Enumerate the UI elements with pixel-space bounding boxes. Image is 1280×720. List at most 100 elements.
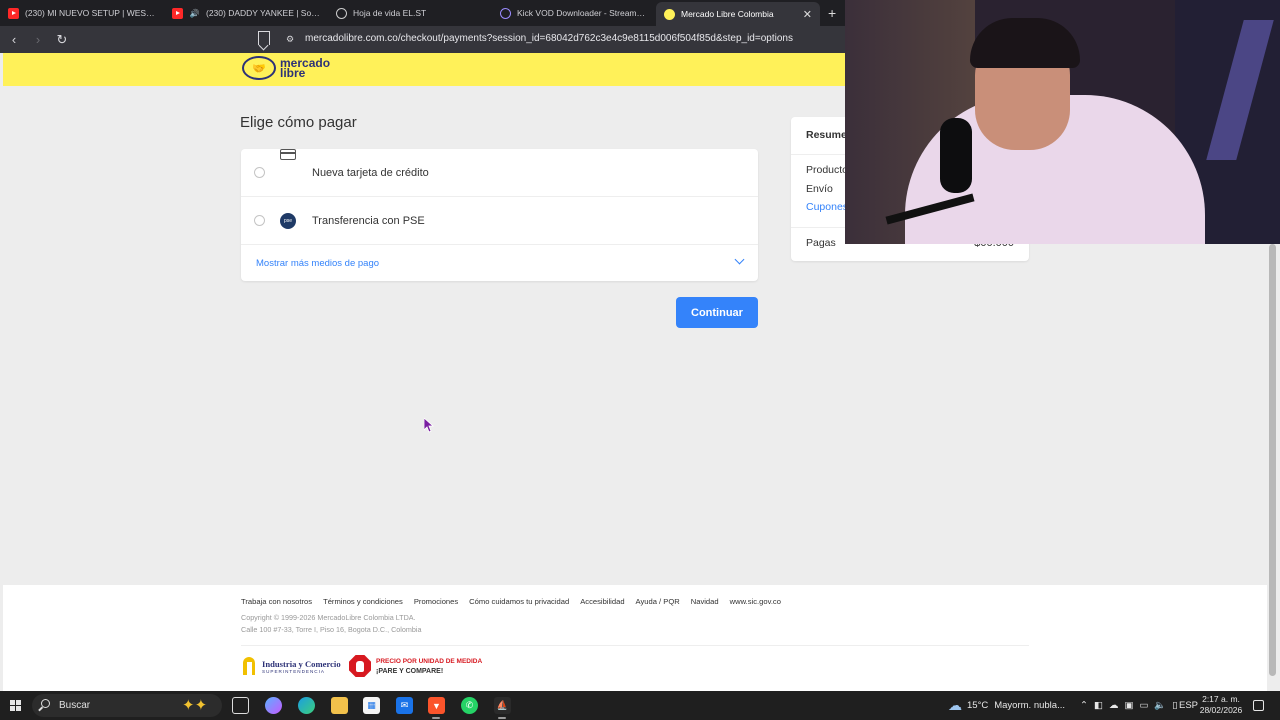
globe-icon [336,7,347,19]
task-view-icon[interactable] [232,697,249,714]
browser-tab[interactable]: (230) MI NUEVO SETUP | WESTCOL - [0,0,164,26]
webcam-person-hair [970,18,1080,68]
show-more-label: Mostrar más medios de pago [256,258,380,269]
cloud-icon: ☁ [948,697,962,713]
divider [241,645,1029,646]
summary-pay-label: Pagas [806,237,836,249]
browser-tab[interactable]: 🔊 (230) DADDY YANKEE | Somos de [164,0,328,26]
footer-link[interactable]: Cómo cuidamos tu privacidad [469,597,569,606]
footer-links: Trabaja con nosotros Términos y condicio… [241,597,781,606]
footer-link[interactable]: www.sic.gov.co [730,597,781,606]
tray-app-icon[interactable]: ▣ [1124,700,1133,711]
coupons-link[interactable]: Cupones [806,201,848,213]
brave-browser-icon[interactable]: ▼ [428,697,445,714]
tab-label: Hoja de vida EL.ST [353,8,427,18]
mercadolibre-icon [664,8,675,20]
url-field[interactable]: mercadolibre.com.co/checkout/payments?se… [305,33,793,44]
footer-link[interactable]: Navidad [691,597,719,606]
summary-row-shipping: Envío [806,183,833,195]
weather-temp: 15°C [967,700,989,711]
whatsapp-icon[interactable]: ✆ [461,697,478,714]
taskbar: Buscar ✦✦ ▦ ✉ ▼ ✆ ⛵ ☁ 15°C Mayorm. nubla… [0,691,1280,720]
payment-option-label: Nueva tarjeta de crédito [312,166,429,179]
payment-options-card: Nueva tarjeta de crédito pse Transferenc… [241,149,758,281]
sparkle-icon: ✦✦ [182,697,208,714]
payment-option-credit-card[interactable]: Nueva tarjeta de crédito [241,149,758,197]
sic-title: Industria y Comercio [262,658,341,669]
network-icon[interactable]: ▭ [1139,700,1148,711]
sic-badge[interactable]: Industria y Comercio SUPERINTENDENCIA [241,656,341,676]
continue-button[interactable]: Continuar [676,297,758,328]
footer-link[interactable]: Promociones [414,597,458,606]
weather-widget[interactable]: ☁ 15°C Mayorm. nubla... [948,691,1065,720]
tab-label: (230) DADDY YANKEE | Somos de [206,8,320,18]
kick-icon [500,7,511,19]
site-info-icon[interactable]: ⚙ [286,34,296,44]
reload-icon[interactable]: ↻ [52,30,72,50]
back-icon[interactable]: ‹ [4,30,24,50]
speaker-icon[interactable]: 🔊 [189,8,200,19]
tab-label: Kick VOD Downloader - Streams Cha [517,8,648,18]
copyright-text: Copyright © 1999-2026 MercadoLibre Colom… [241,613,416,622]
tray-app-icon[interactable]: ◧ [1094,700,1103,711]
active-app-indicator [498,717,506,719]
chevron-down-icon [734,254,745,265]
price-per-unit-badge[interactable]: PRECIO POR UNIDAD DE MEDIDA ¡PARE Y COMP… [349,655,482,677]
weather-text: Mayorm. nubla... [994,700,1065,711]
file-explorer-icon[interactable] [331,697,348,714]
webcam-overlay [845,0,1280,244]
bookmark-icon[interactable] [258,31,270,45]
payment-option-label: Transferencia con PSE [312,214,425,227]
credit-card-icon [280,149,296,160]
clock-date: 28/02/2026 [1199,705,1243,715]
browser-tab-active[interactable]: Mercado Libre Colombia ✕ [656,2,820,26]
store-icon[interactable]: ▦ [363,697,380,714]
site-header: 🤝 mercado libre [3,53,845,86]
search-label: Buscar [59,700,91,711]
payment-option-pse[interactable]: pse Transferencia con PSE [241,197,758,245]
footer-link[interactable]: Ayuda / PQR [636,597,680,606]
show-more-payment-methods[interactable]: Mostrar más medios de pago [241,246,758,281]
notification-icon[interactable] [1253,700,1264,711]
sic-logo-icon [241,656,258,676]
radio-button[interactable] [254,167,265,178]
clock[interactable]: 2:17 a. m. 28/02/2026 [1196,694,1246,716]
footer-link[interactable]: Accesibilidad [580,597,624,606]
summary-row-product: Producto [806,164,849,176]
radio-button[interactable] [254,215,265,226]
scrollbar-thumb[interactable] [1269,244,1276,676]
cursor-arrow-icon [424,418,434,433]
tab-label: Mercado Libre Colombia [681,9,774,19]
active-app-indicator [432,717,440,719]
windows-start-icon[interactable] [10,700,21,711]
app-icon[interactable]: ⛵ [494,697,511,714]
system-tray: ⌃ ◧ ☁ ▣ ▭ 🔈 ▯ [1080,691,1178,720]
handshake-icon: 🤝 [242,56,276,80]
volume-icon[interactable]: 🔈 [1154,700,1166,711]
price-badge-title: PRECIO POR UNIDAD DE MEDIDA [376,657,483,665]
taskbar-search[interactable]: Buscar ✦✦ [32,694,222,717]
youtube-icon [172,7,183,19]
browser-tab[interactable]: Kick VOD Downloader - Streams Cha [492,0,656,26]
footer-link[interactable]: Trabaja con nosotros [241,597,312,606]
youtube-icon [8,7,19,19]
search-icon [41,699,50,708]
battery-icon[interactable]: ▯ [1172,700,1177,711]
forward-icon[interactable]: › [28,30,48,50]
edge-icon[interactable] [298,697,315,714]
mail-icon[interactable]: ✉ [396,697,413,714]
close-tab-icon[interactable]: ✕ [803,8,812,21]
mercadolibre-logo[interactable]: 🤝 mercado libre [242,56,330,80]
microphone-icon [940,118,972,193]
price-badge-subtitle: ¡PARE Y COMPARE! [376,667,444,675]
browser-tab[interactable]: Hoja de vida EL.ST [328,0,492,26]
cloud-sync-icon[interactable]: ☁ [1109,700,1119,711]
new-tab-button[interactable]: + [820,0,844,26]
footer-link[interactable]: Términos y condiciones [323,597,403,606]
copilot-icon[interactable] [265,697,282,714]
tab-label: (230) MI NUEVO SETUP | WESTCOL - [25,8,156,18]
sic-subtitle: SUPERINTENDENCIA [262,668,325,674]
chevron-up-icon[interactable]: ⌃ [1080,700,1088,711]
site-footer: Trabaja con nosotros Términos y condicio… [3,585,1267,691]
address-text: Calle 100 #7-33, Torre I, Piso 16, Bogot… [241,625,422,634]
